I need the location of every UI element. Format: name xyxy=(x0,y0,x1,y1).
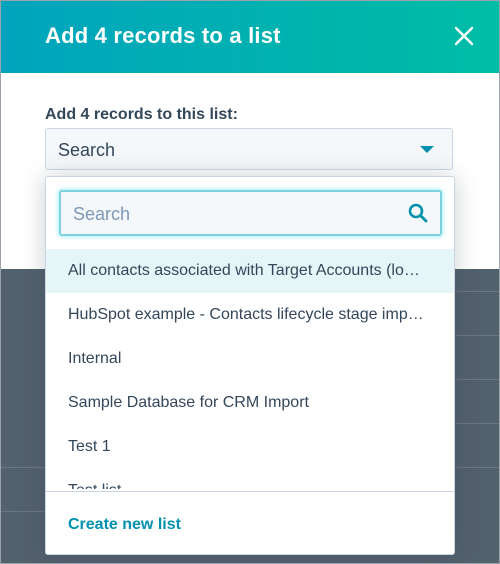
background-divider xyxy=(1,511,45,512)
create-new-list-link[interactable]: Create new list xyxy=(68,516,181,534)
background-divider xyxy=(456,467,499,468)
background-divider xyxy=(456,291,499,292)
dropdown-search[interactable] xyxy=(59,190,442,236)
list-option[interactable]: Internal xyxy=(46,337,454,381)
list-option[interactable]: All contacts associated with Target Acco… xyxy=(46,249,454,293)
dropdown-footer: Create new list xyxy=(46,491,454,554)
list-dropdown: All contacts associated with Target Acco… xyxy=(45,176,455,555)
background-divider xyxy=(1,467,45,468)
close-icon xyxy=(454,26,474,46)
list-option[interactable]: HubSpot example - Contacts lifecycle sta… xyxy=(46,293,454,337)
list-field-label: Add 4 records to this list: xyxy=(45,106,238,123)
search-icon[interactable] xyxy=(408,203,428,223)
close-button[interactable] xyxy=(447,19,481,53)
list-select-value: Search xyxy=(58,140,116,160)
dropdown-search-input[interactable] xyxy=(71,201,395,227)
background-divider xyxy=(456,423,499,424)
modal-header: Add 4 records to a list xyxy=(1,1,499,73)
list-option[interactable]: Test 1 xyxy=(46,425,454,469)
caret-down-icon xyxy=(420,146,434,153)
list-select[interactable]: Search xyxy=(45,128,453,170)
background-divider xyxy=(456,335,499,336)
dropdown-options: All contacts associated with Target Acco… xyxy=(46,249,454,489)
background-divider xyxy=(456,379,499,380)
list-option[interactable]: Test list xyxy=(46,469,454,489)
list-option[interactable]: Sample Database for CRM Import xyxy=(46,381,454,425)
modal-title: Add 4 records to a list xyxy=(45,23,281,48)
screenshot-frame: Add 4 records to a list Add 4 records to… xyxy=(0,0,500,564)
